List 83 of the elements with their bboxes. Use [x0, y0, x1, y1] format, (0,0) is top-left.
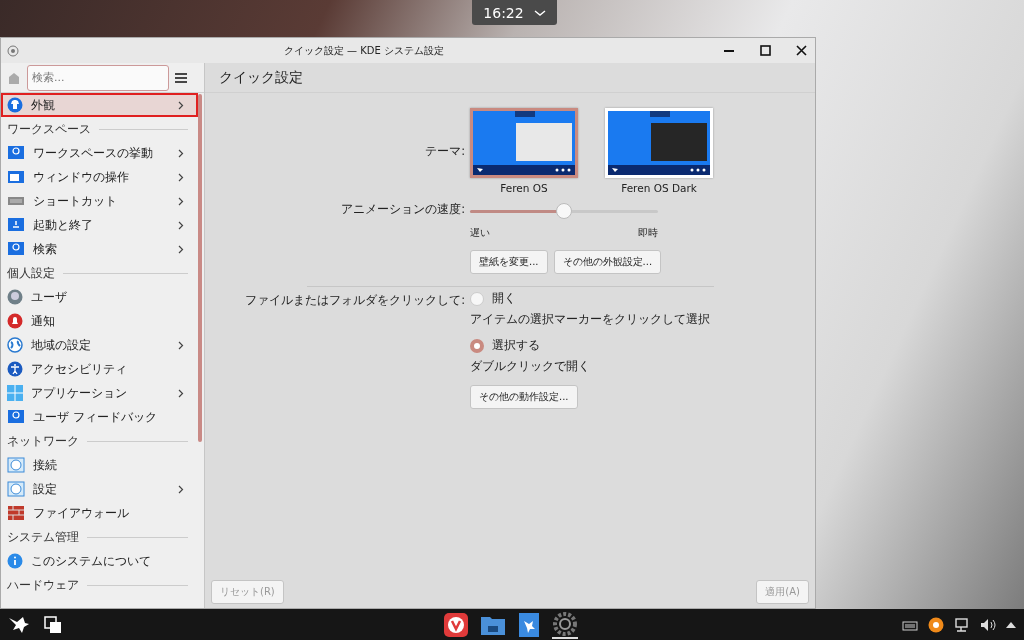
theme-name: Feren OS Dark	[621, 182, 697, 194]
appearance-button[interactable]: その他の外観設定...	[553, 250, 662, 274]
update-icon[interactable]	[928, 616, 944, 633]
menu-icon[interactable]	[175, 72, 187, 83]
click-behavior-label: ファイルまたはフォルダをクリックして:	[245, 293, 465, 308]
info-icon	[7, 553, 23, 569]
section-heading: システム管理	[1, 525, 204, 549]
scrollbar[interactable]	[198, 94, 202, 442]
radio-button[interactable]	[470, 291, 484, 306]
sidebar-item[interactable]: アクセシビリティ	[1, 357, 198, 381]
speed-slider[interactable]	[470, 204, 658, 218]
search-field[interactable]: 検索...	[27, 64, 169, 91]
sidebar-item[interactable]: ユーザ フィードバック	[1, 405, 198, 429]
browser-logo-icon	[444, 612, 468, 637]
page-title: クイック設定	[205, 63, 815, 93]
monitor-icon	[7, 145, 25, 161]
sidebar-item[interactable]: このシステムについて	[1, 549, 198, 573]
windows-icon	[44, 615, 62, 634]
radio-label: 開く	[492, 291, 516, 306]
network-icon[interactable]	[954, 616, 970, 633]
taskbar-app[interactable]	[444, 612, 468, 637]
accessibility-icon	[7, 361, 23, 377]
appearance-button[interactable]: 壁紙を変更...	[470, 250, 548, 274]
instant-label: 即時	[638, 226, 658, 240]
window-title: クイック設定 — KDE システム設定	[282, 43, 446, 58]
arrow-up-icon[interactable]	[1006, 621, 1016, 628]
sidebar-item[interactable]: 起動と終了	[1, 213, 198, 237]
slow-label: 遅い	[470, 226, 490, 240]
globe-icon	[7, 337, 23, 353]
section-heading: ワークスペース	[1, 117, 204, 141]
grid-icon	[7, 385, 23, 401]
sidebar-item[interactable]: ショートカット	[1, 189, 198, 213]
sidebar-item[interactable]: 接続	[1, 453, 198, 477]
taskbar-app[interactable]	[552, 610, 578, 639]
slider-handle[interactable]	[556, 203, 572, 219]
sidebar-item[interactable]: アプリケーション	[1, 381, 198, 405]
network-icon	[7, 457, 25, 473]
close-icon	[795, 45, 807, 56]
clock-panel[interactable]: 16:22	[472, 0, 557, 25]
sidebar-item[interactable]: ウィンドウの操作	[1, 165, 198, 189]
sidebar-item[interactable]: ファイアウォール	[1, 501, 198, 525]
behavior-settings-button[interactable]: その他の動作設定...	[470, 385, 578, 409]
speaker-icon[interactable]	[980, 617, 996, 632]
document-icon	[518, 611, 540, 638]
sidebar-item[interactable]: 検索	[1, 237, 198, 261]
monitor-icon	[7, 241, 25, 257]
radio-option[interactable]: 開く	[470, 291, 815, 306]
app-menu-icon[interactable]	[7, 44, 19, 57]
animation-speed-label: アニメーションの速度:	[341, 202, 465, 217]
maximize-button[interactable]	[757, 42, 773, 59]
monitor-icon	[7, 409, 25, 425]
section-heading: 個人設定	[1, 261, 204, 285]
sidebar-item[interactable]: 通知	[1, 309, 198, 333]
window-switcher-button[interactable]	[44, 615, 62, 634]
sidebar-item[interactable]: ワークスペースの挙動	[1, 141, 198, 165]
power-icon	[7, 217, 25, 233]
option-hint: ダブルクリックで開く	[470, 358, 591, 375]
window-icon	[7, 169, 25, 185]
minimize-icon	[724, 49, 734, 52]
maximize-icon	[759, 45, 771, 56]
clock-time: 16:22	[483, 4, 524, 21]
radio-button[interactable]	[470, 338, 484, 353]
theme-label: テーマ:	[425, 143, 465, 159]
section-heading: ハードウェア	[1, 573, 204, 597]
taskbar-app[interactable]	[518, 611, 540, 638]
sidebar-item[interactable]: 外観	[1, 93, 198, 117]
gear-icon	[552, 610, 578, 637]
theme-name: Feren OS	[500, 182, 548, 194]
sidebar-item[interactable]: ユーザ	[1, 285, 198, 309]
shirt-icon	[7, 97, 23, 113]
bell-icon	[7, 313, 23, 329]
radio-label: 選択する	[492, 338, 540, 353]
option-hint: アイテムの選択マーカーをクリックして選択	[470, 311, 711, 328]
network-icon	[7, 481, 25, 497]
user-icon	[7, 289, 23, 305]
radio-option[interactable]: 選択する	[470, 338, 815, 353]
keyboard-icon	[7, 197, 25, 205]
keyboard-icon[interactable]	[902, 618, 918, 631]
brick-wall-icon	[7, 505, 25, 521]
sidebar-item[interactable]: 設定	[1, 477, 198, 501]
section-heading: ネットワーク	[1, 429, 204, 453]
chevron-down-icon	[533, 9, 546, 16]
sidebar-item[interactable]: 地域の設定	[1, 333, 198, 357]
